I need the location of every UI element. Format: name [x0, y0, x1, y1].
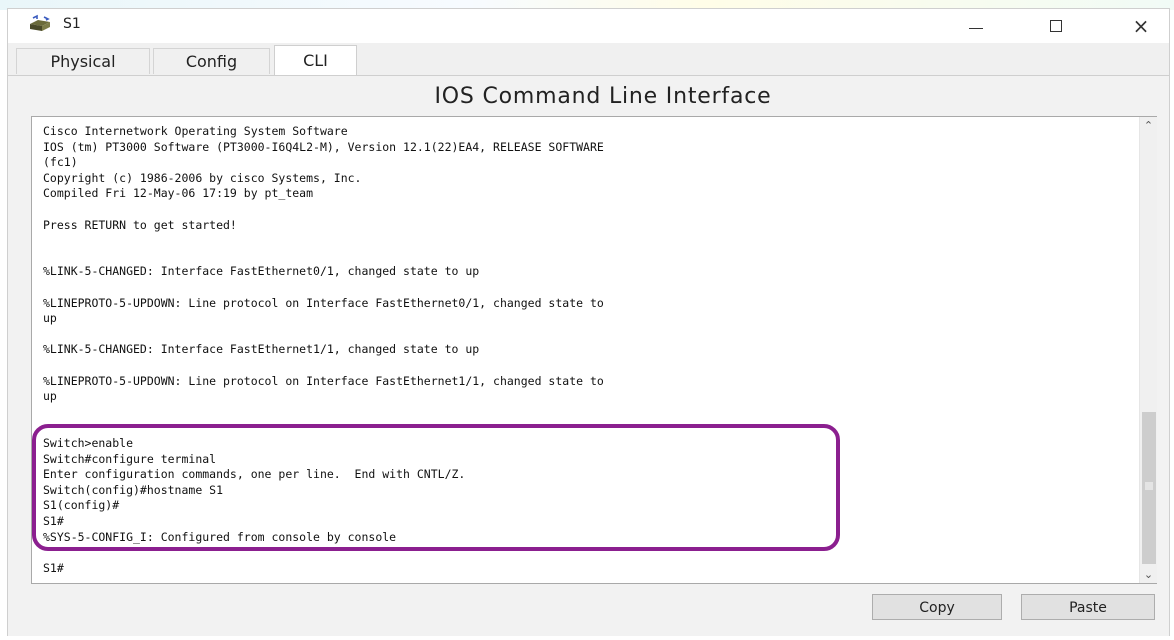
tab-physical[interactable]: Physical [16, 48, 150, 74]
terminal-line: %LINK-5-CHANGED: Interface FastEthernet0… [43, 264, 480, 279]
maximize-button[interactable] [1033, 9, 1079, 43]
terminal-line: S1# [43, 514, 64, 528]
window-title: S1 [63, 16, 81, 32]
minimize-button[interactable] [953, 9, 999, 43]
tab-cli[interactable]: CLI [274, 45, 357, 75]
tab-config[interactable]: Config [153, 48, 270, 74]
copy-button[interactable]: Copy [872, 594, 1002, 620]
maximize-icon [1050, 20, 1062, 32]
close-button[interactable]: × [1118, 9, 1164, 43]
terminal-line: Enter configuration commands, one per li… [43, 467, 466, 482]
scroll-up-icon[interactable]: ⌃ [1140, 117, 1157, 134]
terminal-line: Compiled Fri 12-May-06 17:19 by pt_team [43, 186, 314, 201]
scroll-thumb[interactable] [1142, 412, 1156, 564]
terminal-line: %SYS-5-CONFIG_I: Configured from console… [43, 529, 397, 544]
terminal-line: Copyright (c) 1986-2006 by cisco Systems… [43, 170, 362, 185]
device-window: S1 × Physical Config CLI IOS Command Lin… [7, 8, 1170, 636]
terminal-line: up [43, 389, 57, 404]
terminal-line: up [43, 311, 57, 326]
terminal-line: %LINK-5-CHANGED: Interface FastEthernet1… [43, 342, 480, 357]
title-bar: S1 × [8, 9, 1169, 43]
terminal-scrollbar[interactable]: ⌃ ⌄ [1139, 117, 1157, 583]
terminal-line: (fc1) [43, 155, 78, 170]
terminal-line: Press RETURN to get started! [43, 217, 237, 232]
terminal-output[interactable]: Cisco Internetwork Operating System Soft… [31, 116, 1157, 584]
close-icon: × [1132, 14, 1150, 38]
scroll-grip-icon [1145, 482, 1153, 490]
paste-button[interactable]: Paste [1021, 594, 1155, 620]
minimize-icon [969, 27, 983, 29]
cli-panel: IOS Command Line Interface Cisco Interne… [8, 75, 1169, 636]
switch-icon [30, 14, 50, 31]
tab-bar: Physical Config CLI [8, 43, 1169, 75]
cli-heading: IOS Command Line Interface [434, 84, 772, 109]
terminal-line: IOS (tm) PT3000 Software (PT3000-I6Q4L2-… [43, 139, 604, 154]
terminal-line: S1(config)# [43, 498, 120, 513]
terminal-line: Switch>enable [43, 436, 134, 450]
terminal-line: %LINEPROTO-5-UPDOWN: Line protocol on In… [43, 373, 604, 388]
terminal-line: %LINEPROTO-5-UPDOWN: Line protocol on In… [43, 295, 604, 310]
scroll-down-icon[interactable]: ⌄ [1140, 566, 1157, 583]
terminal-line: Cisco Internetwork Operating System Soft… [43, 124, 348, 138]
terminal-line: Switch(config)#hostname S1 [43, 482, 224, 497]
terminal-line: S1# [43, 560, 64, 575]
terminal-line: Switch#configure terminal [43, 451, 217, 466]
